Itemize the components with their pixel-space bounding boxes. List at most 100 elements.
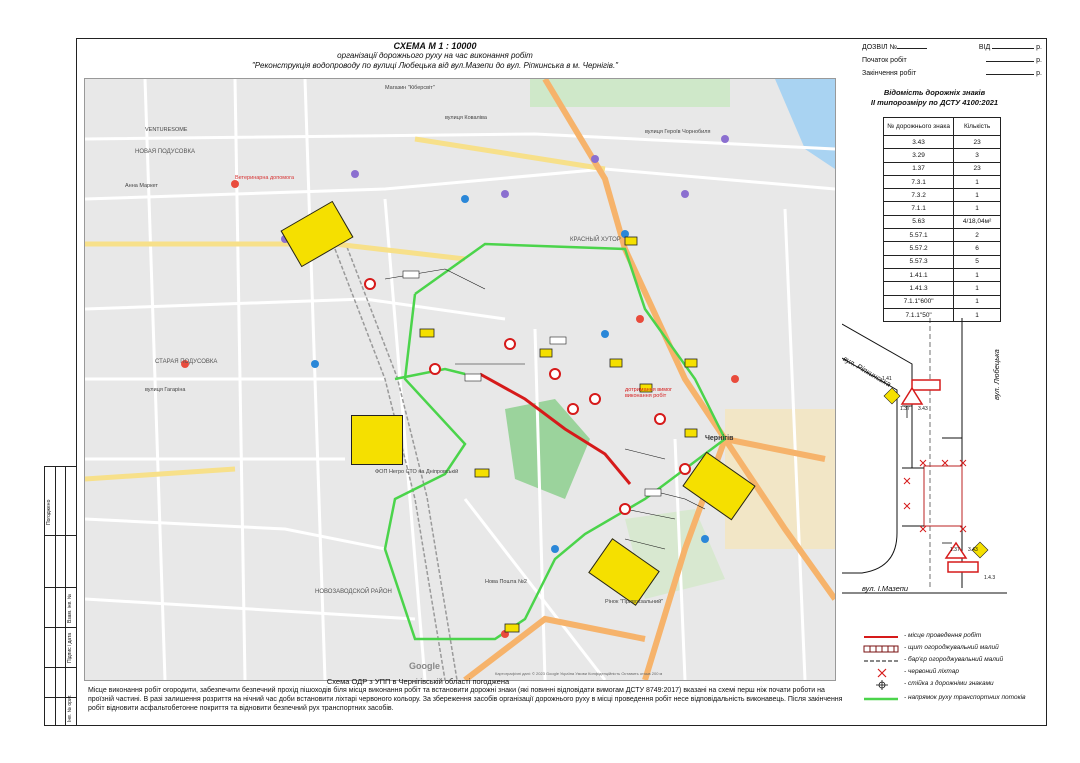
year-suffix: р.	[1036, 70, 1042, 77]
chevron-sign-icon	[947, 561, 979, 573]
sign-number-cell: 5.63	[882, 214, 955, 230]
street-label: вулиця Героїв Чорнобиля	[645, 129, 711, 135]
permit-block: ДОЗВІЛ № ВІД р. Початок робіт р. Закінче…	[862, 41, 1042, 80]
legend-text: бар'єр огороджувальний малий	[907, 656, 1004, 663]
sign-code: 1.37	[950, 547, 960, 553]
signs-table-row: 3.29 3	[882, 148, 1001, 163]
signs-table-row: 1.41.3 1	[882, 281, 1001, 296]
chevron-sign-icon	[911, 379, 941, 391]
map-canvas	[85, 79, 835, 680]
title-scale: СХЕМА М 1 : 10000	[393, 41, 477, 51]
place-label: ФОП Негро СТО на Дніпровській	[375, 469, 459, 475]
signs-table-row: 1.41.1 1	[882, 267, 1001, 283]
legend-item: - червоний ліхтар	[862, 668, 1042, 678]
place-label: Ветеринарна допомога	[235, 175, 295, 181]
sign-number-cell: 3.29	[882, 148, 955, 163]
stamp-label: Взам. інв. №	[67, 593, 73, 623]
sign-number-cell: 3.43	[882, 134, 955, 150]
sign-number-cell: 5.57.1	[882, 228, 955, 243]
end-row: Закінчення робіт р.	[862, 67, 1042, 80]
signs-table-row: 3.43 23	[882, 134, 1001, 150]
place-label: VENTURESOME	[145, 127, 188, 133]
sign-quantity-cell: 3	[953, 148, 1001, 163]
signs-table-row: 7.1.1 1	[882, 201, 1001, 216]
district-label: КРАСНЫЙ ХУТОР	[570, 237, 621, 243]
signs-table-title: Відомість дорожніх знаків ІІ типорозміру…	[852, 88, 1017, 108]
sign-quantity-cell: 5	[953, 254, 1001, 269]
sign-quantity-cell: 1	[953, 281, 1001, 296]
signs-table-row: 5.57.2 6	[882, 241, 1001, 256]
sign-quantity-cell: 1	[953, 294, 1001, 309]
legend-text: напрямок руху транспортних потоків	[907, 694, 1026, 701]
permit-label: ДОЗВІЛ №	[862, 44, 898, 51]
legend-item: - щит огороджувальний малий	[862, 644, 1042, 654]
city-map[interactable]: НОВАЯ ПОДУСОВКА СТАРАЯ ПОДУСОВКА НОВОЗАВ…	[84, 78, 836, 681]
start-row: Початок робіт р.	[862, 54, 1042, 67]
inset-diagram	[842, 318, 1007, 594]
sign-quantity-cell: 1	[953, 174, 1001, 190]
stamp-label: Погоджено	[46, 499, 52, 525]
signs-table-row: 5.63 4/18,04м²	[882, 214, 1001, 230]
sign-code: 1.37	[900, 406, 910, 412]
sign-quantity-cell: 1	[953, 267, 1001, 283]
end-label: Закінчення робіт	[862, 70, 917, 77]
sign-number-cell: 1.37	[882, 161, 955, 176]
signs-table-row: 5.57.3 5	[882, 254, 1001, 269]
intersection-inset: вул. Ріпкинська вул. Любецька вул. І.Маз…	[842, 318, 1045, 610]
street-label: вулиця Коваліва	[445, 115, 487, 121]
sign-quantity-cell: 1	[953, 201, 1001, 216]
district-label: НОВОЗАВОДСКОЙ РАЙОН	[315, 589, 392, 595]
stamp-label: Інв. № ориг.	[67, 694, 73, 722]
signs-title-line: Відомість дорожніх знаків	[883, 88, 986, 97]
place-label: Чернігів	[705, 435, 734, 442]
street-label-mazepy: вул. І.Мазепи	[862, 584, 909, 593]
sign-343-icon	[883, 387, 901, 405]
street-label: вулиця Гагаріна	[145, 387, 186, 393]
sign-quantity-cell: 4/18,04м²	[953, 214, 1001, 230]
work-note-label: дотримання вимог виконання робіт	[625, 387, 673, 399]
place-label: Анна Маркет	[125, 183, 158, 189]
sign-quantity-cell: 23	[953, 161, 1001, 176]
sign-number-cell: 1.41.3	[882, 281, 955, 296]
signs-header-number: № дорожнього знака	[882, 117, 955, 136]
district-label: СТАРАЯ ПОДУСОВКА	[155, 359, 218, 365]
instructions-text: Місце виконання робіт огородити, забезпе…	[88, 687, 843, 712]
footer-notes: Схема ОДР з УПП в Чернігівській області …	[88, 677, 848, 713]
map-attribution: Картографічні дані: © 2023 Google Україн…	[495, 671, 663, 676]
street-label-liubetska: вул. Любецька	[992, 349, 1001, 400]
sign-quantity-cell: 23	[953, 134, 1001, 150]
signs-header-quantity: Кількість	[953, 117, 1001, 136]
year-suffix: р.	[1036, 57, 1042, 64]
signs-table: № дорожнього знака Кількість 3.43 23 3.29 3…	[882, 117, 1001, 323]
place-label: Рінок "Привокзальний"	[605, 599, 664, 605]
signs-title-line: ІІ типорозміру по ДСТУ 4100:2021	[870, 98, 999, 107]
legend-item: - місце проведення робіт	[864, 632, 982, 639]
detour-sign-icon	[351, 415, 403, 465]
legend-item: - стійка з дорожніми знаками	[862, 680, 1042, 690]
google-logo: Google	[409, 661, 440, 671]
sign-quantity-cell: 6	[953, 241, 1001, 256]
sign-number-cell: 1.41.1	[882, 267, 955, 283]
sign-number-cell: 5.57.2	[882, 241, 955, 256]
sign-number-cell: 7.1.1	[882, 201, 955, 216]
sign-number-cell: 5.57.3	[882, 254, 955, 269]
stamp-strip: Погоджено Інв. № ориг. Підпис і дата Вза…	[44, 466, 77, 726]
sign-number-cell: 7.3.2	[882, 188, 955, 203]
title-project: "Реконструкція водопроводу по вулиці Люб…	[251, 61, 619, 70]
legend-text: стійка з дорожніми знаками	[907, 680, 994, 687]
legend-item: - бар'єр огороджувальний малий	[864, 656, 1004, 663]
place-label: Нова Пошта №2	[485, 579, 527, 585]
year-suffix: р.	[1036, 44, 1042, 51]
district-label: НОВАЯ ПОДУСОВКА	[135, 149, 195, 155]
permit-row: ДОЗВІЛ № ВІД р.	[862, 41, 1042, 54]
permit-from-label: ВІД	[978, 44, 991, 51]
sign-number-cell: 7.3.1	[882, 174, 955, 190]
signs-table-row: 5.57.1 2	[882, 228, 1001, 243]
sign-code: 3.43	[918, 406, 928, 412]
scheme-title: СХЕМА М 1 : 10000 організації дорожнього…	[170, 41, 700, 71]
sign-number-cell: 7.1.1"600"	[882, 294, 955, 309]
sign-code: 3.43	[968, 547, 978, 553]
approval-note: Схема ОДР з УПП в Чернігівській області …	[326, 677, 510, 686]
legend-item: - напрямок руху транспортних потоків	[864, 694, 1026, 701]
signs-table-row: 7.1.1"600" 1	[882, 294, 1001, 309]
